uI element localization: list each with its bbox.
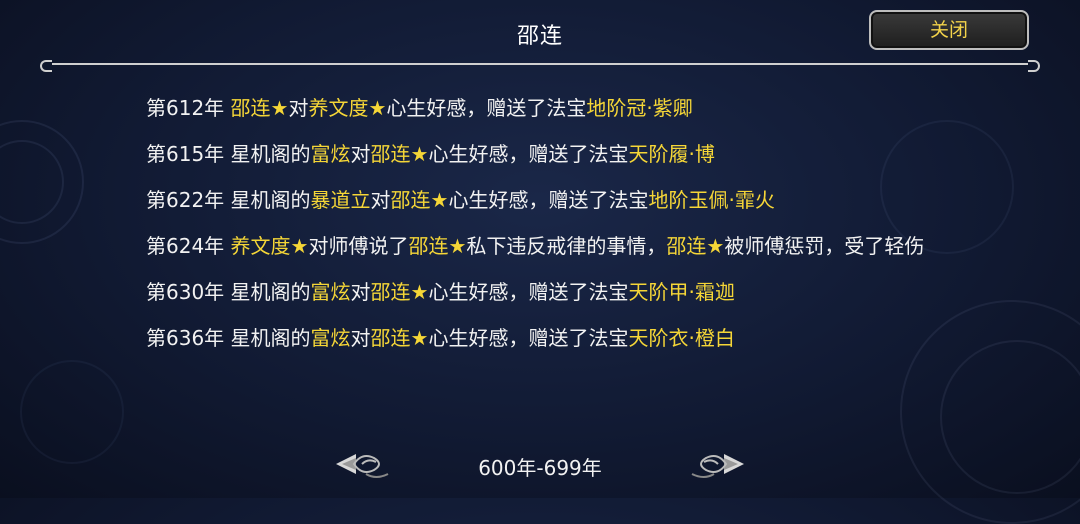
event-text: 第624年: [146, 234, 231, 258]
star-icon: ★: [270, 96, 289, 120]
highlighted-name: 邵连: [666, 234, 707, 258]
next-page-arrow-icon[interactable]: [688, 440, 748, 488]
highlighted-name: 养文度: [308, 96, 369, 120]
highlighted-name: 富炫: [310, 142, 351, 166]
event-text: 私下违反戒律的事情，: [466, 234, 667, 258]
cloud-ornament: [20, 360, 124, 464]
highlighted-name: 邵连: [370, 142, 411, 166]
highlighted-name: 邵连: [390, 188, 431, 212]
event-entry: 第630年 星机阁的富炫对邵连★心生好感，赠送了法宝天阶甲·霜迦: [146, 276, 936, 308]
event-text: 第622年 星机阁的: [146, 188, 311, 212]
highlighted-name: 邵连: [370, 326, 411, 350]
event-log: 第612年 邵连★对养文度★心生好感，赠送了法宝地阶冠·紫卿 第615年 星机阁的…: [146, 92, 936, 368]
star-icon: ★: [706, 234, 725, 258]
highlighted-name: 天阶衣·橙白: [628, 326, 735, 350]
star-icon: ★: [410, 326, 429, 350]
star-icon: ★: [368, 96, 387, 120]
event-text: 第630年 星机阁的: [146, 280, 311, 304]
star-icon: ★: [448, 234, 467, 258]
event-entry: 第622年 星机阁的暴道立对邵连★心生好感，赠送了法宝地阶玉佩·霏火: [146, 184, 936, 216]
highlighted-name: 地阶冠·紫卿: [586, 96, 693, 120]
highlighted-name: 暴道立: [310, 188, 371, 212]
event-entry: 第615年 星机阁的富炫对邵连★心生好感，赠送了法宝天阶履·博: [146, 138, 936, 170]
period-label: 600年-699年: [478, 456, 602, 480]
event-text: 对: [350, 280, 371, 304]
star-icon: ★: [430, 188, 449, 212]
event-text: 心生好感，赠送了法宝: [428, 280, 629, 304]
event-text: 心生好感，赠送了法宝: [428, 326, 629, 350]
highlighted-name: 天阶甲·霜迦: [628, 280, 735, 304]
prev-page-arrow-icon[interactable]: [332, 440, 392, 488]
highlighted-name: 养文度: [230, 234, 291, 258]
event-text: 心生好感，赠送了法宝: [448, 188, 649, 212]
title-divider: [40, 60, 1040, 72]
event-text: 对: [350, 326, 371, 350]
event-text: 对师傅说了: [308, 234, 409, 258]
highlighted-name: 富炫: [310, 326, 351, 350]
highlighted-name: 邵连: [370, 280, 411, 304]
close-button[interactable]: 关闭: [869, 10, 1029, 50]
event-entry: 第612年 邵连★对养文度★心生好感，赠送了法宝地阶冠·紫卿: [146, 92, 936, 124]
event-text: 心生好感，赠送了法宝: [386, 96, 587, 120]
event-text: 第612年: [146, 96, 231, 120]
star-icon: ★: [410, 142, 429, 166]
event-text: 第636年 星机阁的: [146, 326, 311, 350]
event-text: 对: [350, 142, 371, 166]
highlighted-name: 天阶履·博: [628, 142, 715, 166]
star-icon: ★: [410, 280, 429, 304]
star-icon: ★: [290, 234, 309, 258]
event-text: 被师傅惩罚，受了轻伤: [724, 234, 925, 258]
highlighted-name: 地阶玉佩·霏火: [648, 188, 775, 212]
event-text: 心生好感，赠送了法宝: [428, 142, 629, 166]
event-entry: 第636年 星机阁的富炫对邵连★心生好感，赠送了法宝天阶衣·橙白: [146, 322, 936, 354]
event-text: 第615年 星机阁的: [146, 142, 311, 166]
event-text: 对: [288, 96, 309, 120]
highlighted-name: 富炫: [310, 280, 351, 304]
highlighted-name: 邵连: [408, 234, 449, 258]
highlighted-name: 邵连: [230, 96, 271, 120]
event-entry: 第624年 养文度★对师傅说了邵连★私下违反戒律的事情，邵连★被师傅惩罚，受了轻…: [146, 230, 936, 262]
event-text: 对: [370, 188, 391, 212]
